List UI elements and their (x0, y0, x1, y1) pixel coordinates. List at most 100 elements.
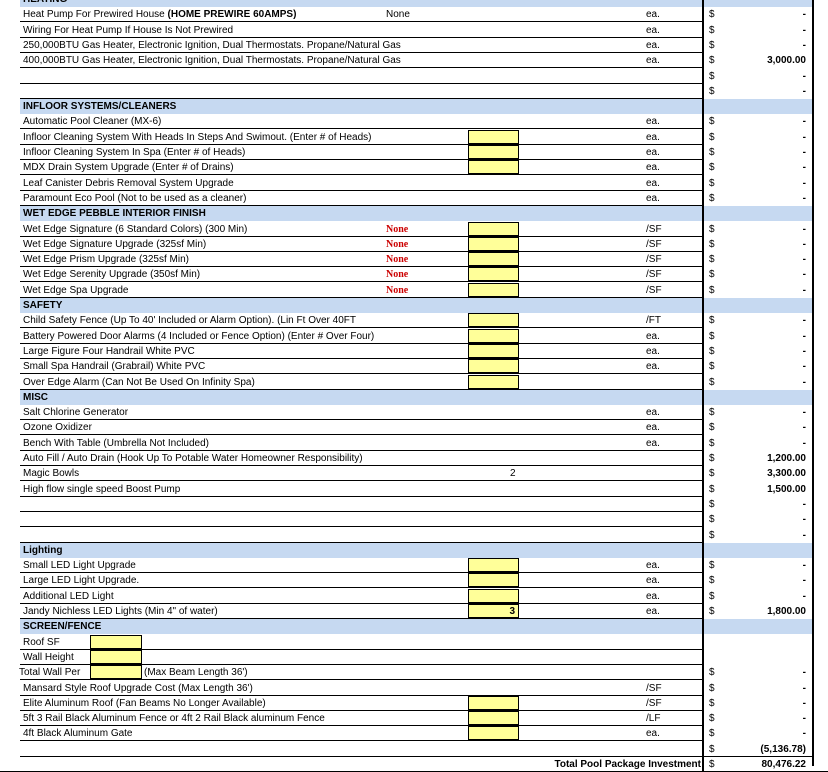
quantity-input[interactable] (468, 573, 519, 588)
option-none-flag: None (386, 284, 409, 296)
measurement-input[interactable] (90, 665, 142, 680)
line-amount: - (802, 223, 806, 235)
unit-label: /SF (646, 238, 662, 250)
item-description: High flow single speed Boost Pump (23, 483, 181, 495)
line-amount: - (802, 697, 806, 709)
quantity-input[interactable] (468, 145, 519, 159)
quantity-input[interactable] (468, 726, 519, 741)
item-description: Battery Powered Door Alarms (4 Included … (23, 330, 375, 342)
currency-symbol: $ (709, 284, 715, 296)
quantity-input[interactable] (468, 236, 519, 251)
unit-label: ea. (646, 575, 660, 587)
line-amount: - (802, 177, 806, 189)
currency-symbol: $ (709, 606, 715, 617)
item-description: 5ft 3 Rail Black Aluminum Fence or 4ft 2… (23, 713, 325, 725)
quantity-input[interactable] (468, 129, 519, 144)
section-band-total (703, 619, 813, 635)
item-description: 250,000BTU Gas Heater, Electronic Igniti… (23, 39, 401, 51)
currency-symbol: $ (709, 422, 715, 434)
currency-symbol: $ (709, 24, 715, 36)
unit-label: /SF (646, 682, 662, 694)
item-description: Large Figure Four Handrail White PVC (23, 345, 195, 357)
quantity-input[interactable] (468, 558, 519, 573)
quantity-input[interactable] (468, 695, 519, 710)
line-amount: - (802, 667, 806, 679)
section-title: MISC (23, 391, 48, 403)
currency-symbol: $ (709, 743, 715, 755)
line-amount: - (802, 422, 806, 434)
quantity-value: 3 (509, 606, 515, 617)
currency-symbol: $ (709, 697, 715, 709)
unit-label: /LF (646, 713, 661, 725)
section-band (20, 298, 703, 313)
unit-label: ea. (646, 560, 660, 572)
line-amount: - (802, 147, 806, 158)
line-amount: - (802, 575, 806, 587)
section-title: SAFETY (23, 300, 63, 311)
currency-symbol: $ (709, 560, 715, 572)
quantity-input[interactable] (468, 588, 519, 603)
unit-label: ea. (646, 116, 660, 128)
unit-label: /SF (646, 223, 662, 235)
quantity-input[interactable]: 3 (468, 604, 519, 618)
unit-label: ea. (646, 345, 660, 357)
quantity-input[interactable] (468, 328, 519, 343)
line-amount: - (802, 407, 806, 419)
currency-symbol: $ (709, 345, 715, 357)
line-amount: - (802, 315, 806, 327)
item-description: MDX Drain System Upgrade (Enter # of Dra… (23, 162, 234, 174)
line-amount: - (802, 70, 806, 82)
line-amount: - (802, 682, 806, 694)
unit-label: ea. (646, 177, 660, 189)
quantity-input[interactable] (468, 711, 519, 726)
currency-symbol: $ (709, 55, 715, 67)
quantity-input[interactable] (468, 267, 519, 282)
quantity-input[interactable] (468, 313, 519, 328)
item-description: Wet Edge Spa Upgrade (23, 284, 129, 296)
quantity-input[interactable] (468, 252, 519, 267)
line-amount: - (802, 498, 806, 510)
line-amount: 3,000.00 (767, 55, 806, 67)
quantity-input[interactable] (468, 359, 519, 374)
item-description: Heat Pump For Prewired House (HOME PREWI… (23, 9, 297, 21)
currency-symbol: $ (709, 483, 715, 495)
section-band (20, 0, 703, 7)
item-description: Paramount Eco Pool (Not to be used as a … (23, 192, 247, 204)
total-amount: 80,476.22 (761, 759, 807, 770)
quantity-input[interactable] (468, 160, 519, 175)
section-band (20, 542, 703, 558)
unit-label: ea. (646, 147, 660, 158)
currency-symbol: $ (709, 575, 715, 587)
line-amount: (5,136.78) (760, 743, 806, 755)
unit-label: ea. (646, 606, 660, 617)
currency-symbol: $ (709, 682, 715, 694)
item-description: Magic Bowls (23, 468, 80, 480)
measurement-input[interactable] (90, 649, 142, 664)
column-divider (702, 0, 704, 772)
currency-symbol: $ (709, 667, 715, 679)
unit-label: ea. (646, 9, 660, 21)
option-none-flag: None (386, 269, 409, 281)
quantity-input[interactable] (468, 343, 519, 358)
unit-label: /SF (646, 254, 662, 266)
unit-label: ea. (646, 422, 660, 434)
currency-symbol: $ (709, 39, 715, 51)
quantity-input[interactable] (468, 282, 519, 297)
line-amount: - (802, 269, 806, 281)
unit-label: ea. (646, 131, 660, 143)
option-none-flag: None (386, 238, 409, 250)
quantity-input[interactable] (468, 374, 519, 389)
line-amount: - (802, 376, 806, 388)
currency-symbol: $ (709, 330, 715, 342)
unit-label: /FT (646, 315, 661, 327)
item-description: Elite Aluminum Roof (Fan Beams No Longer… (23, 697, 266, 709)
quantity-input[interactable] (468, 221, 519, 236)
measurement-input[interactable] (90, 634, 142, 649)
currency-symbol: $ (709, 514, 715, 526)
currency-symbol: $ (709, 116, 715, 128)
item-description: Small Spa Handrail (Grabrail) White PVC (23, 361, 206, 373)
section-title: SCREEN/FENCE (23, 621, 102, 633)
currency-symbol: $ (709, 254, 715, 266)
item-description: Additional LED Light (23, 590, 114, 602)
line-amount: - (802, 39, 806, 51)
